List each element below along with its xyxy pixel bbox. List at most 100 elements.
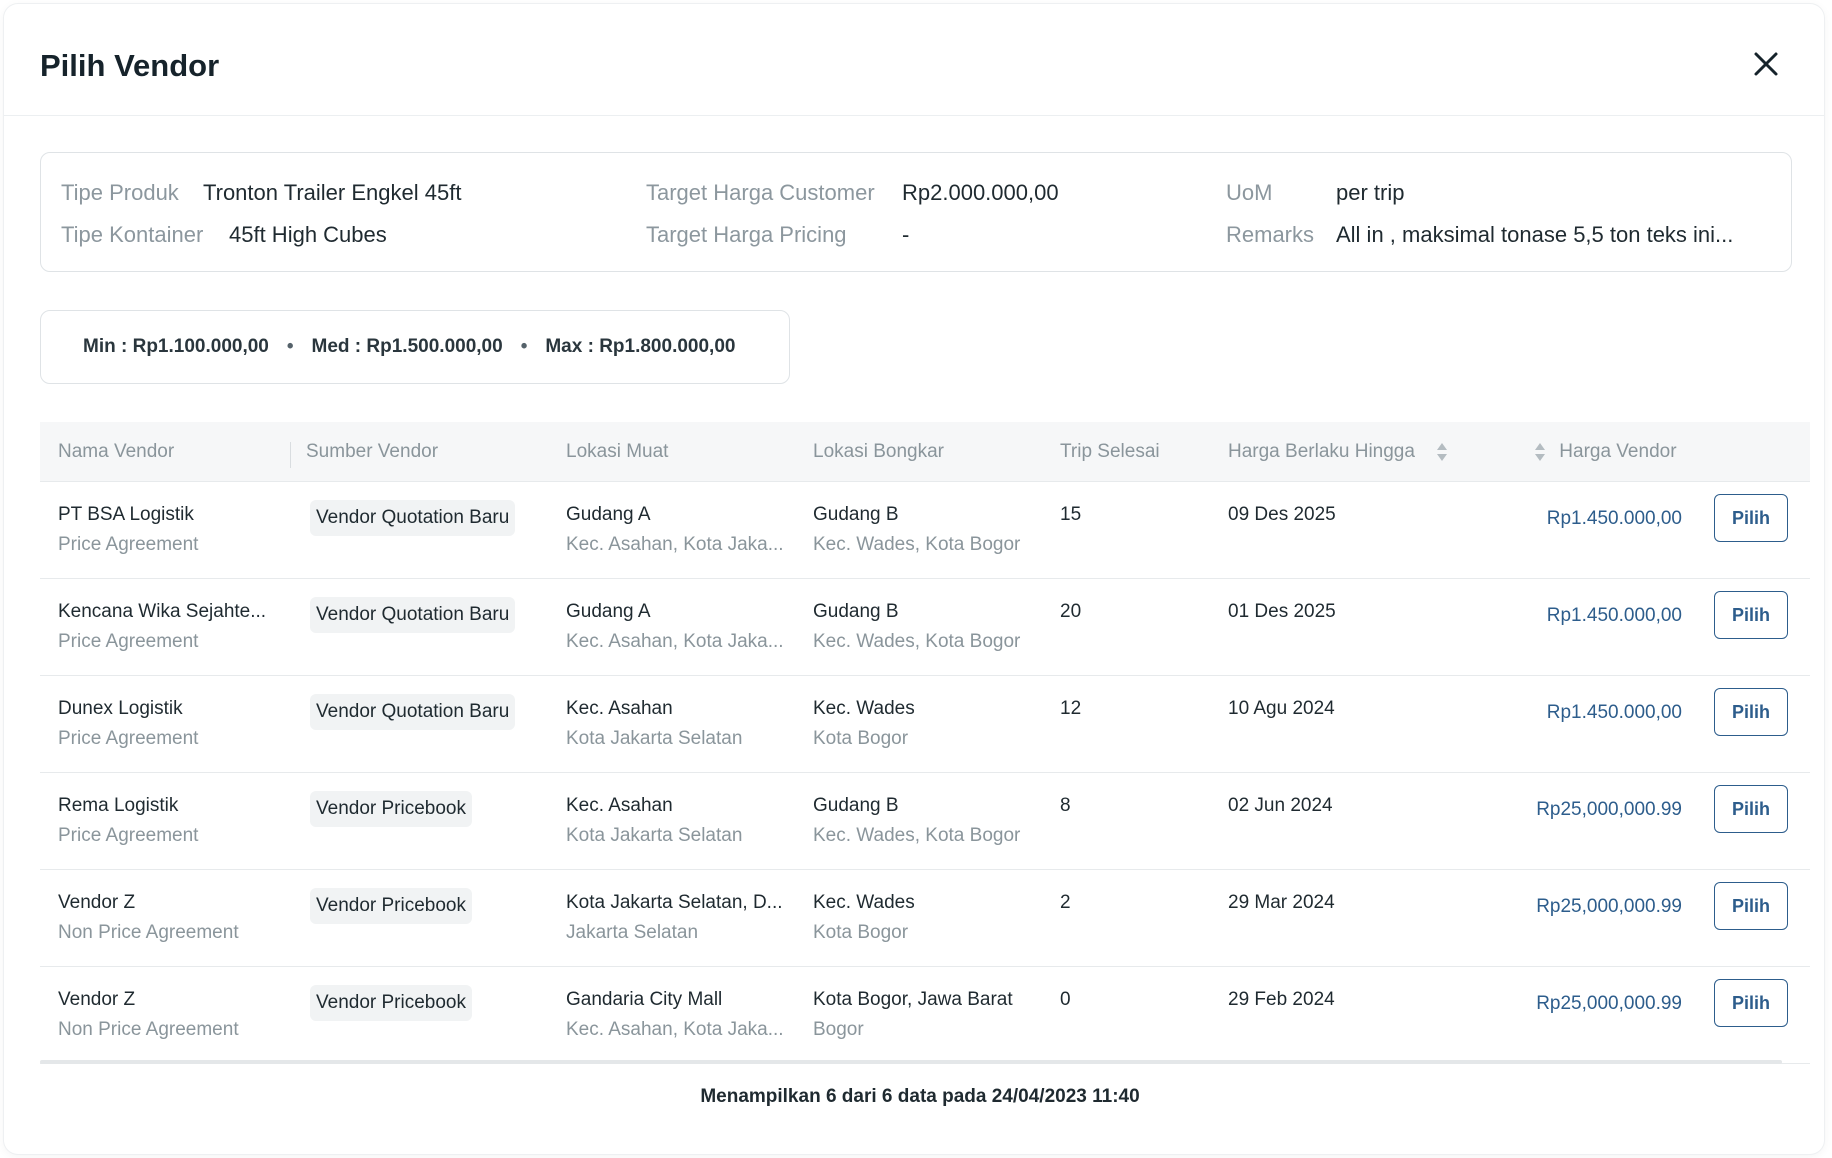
target-pricing-label: Target Harga Pricing (646, 222, 847, 247)
lokasi-muat: Kec. Asahan (566, 795, 673, 816)
vendor-table: Nama Vendor Sumber Vendor Lokasi Muat Lo… (40, 422, 1810, 1064)
lokasi-bongkar-detail: Kota Bogor (813, 728, 909, 749)
col-harga-vendor-sort[interactable]: Harga Vendor (1534, 422, 1677, 482)
table-row: Rema Logistik Price Agreement Vendor Price… (40, 773, 1810, 870)
col-trip-selesai: Trip Selesai (1060, 441, 1160, 462)
target-customer-value: Rp2.000.000,00 (902, 180, 1059, 205)
lokasi-muat-detail: Kota Jakarta Selatan (566, 825, 743, 846)
lokasi-muat-detail: Kec. Asahan, Kota Jaka... (566, 534, 784, 555)
pilih-button[interactable]: Pilih (1714, 979, 1788, 1027)
table-body: PT BSA Logistik Price Agreement Vendor Quo… (40, 482, 1810, 1064)
vendor-name: Vendor Z (58, 989, 136, 1010)
col-lokasi-muat: Lokasi Muat (566, 441, 669, 462)
target-pricing-value: - (902, 222, 910, 247)
harga-berlaku: 01 Des 2025 (1228, 601, 1336, 622)
tipe-produk-label: Tipe Produk (61, 180, 179, 205)
tipe-kontainer-label: Tipe Kontainer (61, 222, 204, 247)
product-info-card: Tipe Produk Tronton Trailer Engkel 45ft … (40, 152, 1792, 272)
sort-icon (1535, 442, 1545, 461)
col-harga-berlaku-sort[interactable]: Harga Berlaku Hingga (1228, 422, 1448, 482)
pilih-button[interactable]: Pilih (1714, 882, 1788, 930)
table-row: Vendor Z Non Price Agreement Vendor Priceb… (40, 870, 1810, 967)
tipe-produk-value: Tronton Trailer Engkel 45ft (203, 180, 462, 205)
harga-vendor: Rp25,000,000.99 (1536, 799, 1682, 820)
lokasi-muat: Gudang A (566, 504, 651, 525)
vendor-modal: Pilih Vendor Tipe Produk Tronton Trailer… (4, 4, 1824, 1154)
harga-berlaku: 09 Des 2025 (1228, 504, 1336, 525)
pilih-button[interactable]: Pilih (1714, 688, 1788, 736)
trip-selesai: 8 (1060, 795, 1071, 816)
vendor-name: Vendor Z (58, 892, 136, 913)
lokasi-bongkar: Kec. Wades (813, 698, 915, 719)
stat-med: Med : Rp1.500.000,00 (311, 336, 503, 357)
vendor-name: Kencana Wika Sejahte... (58, 601, 267, 622)
harga-vendor: Rp1.450.000,00 (1546, 508, 1682, 529)
lokasi-bongkar-detail: Kec. Wades, Kota Bogor (813, 825, 1021, 846)
harga-vendor: Rp1.450.000,00 (1546, 702, 1682, 723)
uom-value: per trip (1336, 180, 1405, 205)
lokasi-muat: Gudang A (566, 601, 651, 622)
harga-vendor: Rp25,000,000.99 (1536, 993, 1682, 1014)
vendor-source-badge: Vendor Pricebook (310, 791, 472, 827)
target-customer-label: Target Harga Customer (646, 180, 875, 205)
trip-selesai: 2 (1060, 892, 1071, 913)
pilih-button[interactable]: Pilih (1714, 591, 1788, 639)
stat-min: Min : Rp1.100.000,00 (83, 336, 269, 357)
trip-selesai: 0 (1060, 989, 1071, 1010)
vendor-agreement-type: Non Price Agreement (58, 922, 239, 943)
vendor-source-badge: Vendor Quotation Baru (310, 597, 516, 633)
table-row: Kencana Wika Sejahte... Price Agreement Ve… (40, 579, 1810, 676)
harga-berlaku: 10 Agu 2024 (1228, 698, 1335, 719)
column-divider[interactable] (290, 442, 291, 468)
col-lokasi-bongkar: Lokasi Bongkar (813, 441, 944, 462)
col-harga-berlaku: Harga Berlaku Hingga (1228, 441, 1415, 462)
remarks-label: Remarks (1226, 222, 1315, 247)
vendor-name: Rema Logistik (58, 795, 179, 816)
horizontal-scrollbar[interactable] (40, 1060, 1782, 1064)
pilih-button[interactable]: Pilih (1714, 785, 1788, 833)
vendor-agreement-type: Price Agreement (58, 631, 199, 652)
col-nama-vendor: Nama Vendor (58, 441, 175, 462)
lokasi-bongkar: Gudang B (813, 504, 899, 525)
lokasi-bongkar-detail: Kec. Wades, Kota Bogor (813, 631, 1021, 652)
table-header: Nama Vendor Sumber Vendor Lokasi Muat Lo… (40, 422, 1810, 482)
vendor-agreement-type: Price Agreement (58, 825, 199, 846)
lokasi-muat-detail: Kec. Asahan, Kota Jaka... (566, 1019, 784, 1040)
modal-title: Pilih Vendor (40, 48, 220, 83)
tipe-kontainer-value: 45ft High Cubes (229, 222, 387, 247)
modal-header: Pilih Vendor (4, 4, 1824, 116)
lokasi-bongkar-detail: Bogor (813, 1019, 864, 1040)
price-stats-card: Min : Rp1.100.000,00 • Med : Rp1.500.000… (40, 310, 790, 384)
close-icon (1754, 52, 1778, 76)
pilih-button[interactable]: Pilih (1714, 494, 1788, 542)
trip-selesai: 12 (1060, 698, 1082, 719)
vendor-name: Dunex Logistik (58, 698, 183, 719)
table-summary: Menampilkan 6 dari 6 data pada 24/04/202… (700, 1086, 1140, 1107)
lokasi-muat: Gandaria City Mall (566, 989, 723, 1010)
lokasi-muat: Kec. Asahan (566, 698, 673, 719)
table-row: PT BSA Logistik Price Agreement Vendor Quo… (40, 482, 1810, 579)
stat-max: Max : Rp1.800.000,00 (545, 336, 736, 357)
table-row: Vendor Z Non Price Agreement Vendor Priceb… (40, 967, 1810, 1064)
vendor-agreement-type: Non Price Agreement (58, 1019, 239, 1040)
trip-selesai: 20 (1060, 601, 1082, 622)
vendor-name: PT BSA Logistik (58, 504, 194, 525)
stat-separator: • (286, 336, 294, 357)
uom-label: UoM (1226, 180, 1273, 205)
vendor-agreement-type: Price Agreement (58, 534, 199, 555)
lokasi-bongkar-detail: Kota Bogor (813, 922, 909, 943)
harga-berlaku: 02 Jun 2024 (1228, 795, 1333, 816)
col-harga-vendor: Harga Vendor (1559, 441, 1677, 462)
lokasi-bongkar: Gudang B (813, 795, 899, 816)
vendor-source-badge: Vendor Pricebook (310, 888, 472, 924)
sort-icon (1437, 442, 1448, 461)
close-button[interactable] (1748, 46, 1784, 82)
vendor-source-badge: Vendor Quotation Baru (310, 500, 516, 536)
harga-vendor: Rp1.450.000,00 (1546, 605, 1682, 626)
lokasi-muat: Kota Jakarta Selatan, D... (566, 892, 783, 913)
trip-selesai: 15 (1060, 504, 1082, 525)
stat-separator: • (520, 336, 528, 357)
harga-berlaku: 29 Feb 2024 (1228, 989, 1335, 1010)
lokasi-bongkar-detail: Kec. Wades, Kota Bogor (813, 534, 1021, 555)
vendor-source-badge: Vendor Pricebook (310, 985, 472, 1021)
